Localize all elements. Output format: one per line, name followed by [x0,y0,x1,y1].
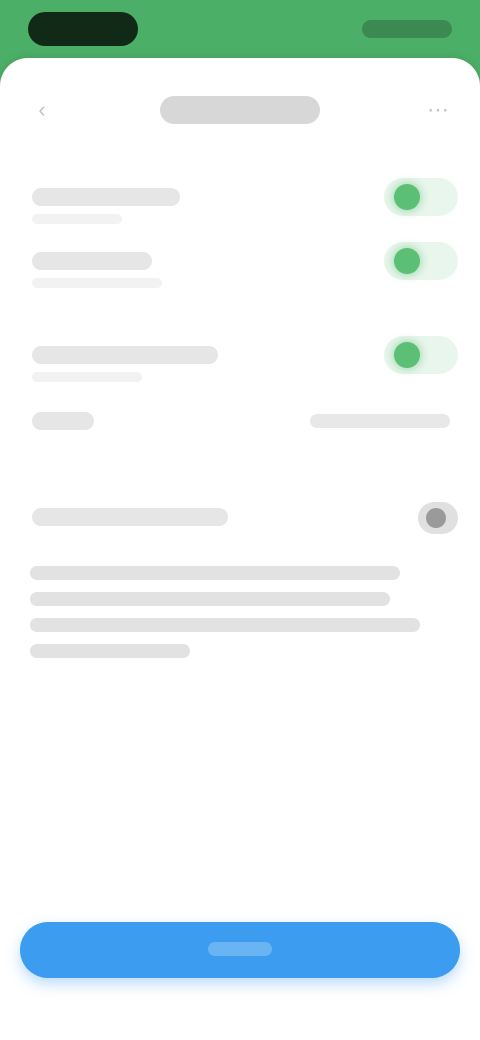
description-line [30,566,400,580]
toggle-switch[interactable] [384,336,458,374]
small-switch[interactable] [418,502,458,534]
status-time-pill [28,12,138,46]
settings-row-label [32,508,228,526]
toggle-knob [394,342,420,368]
settings-row-value [310,414,450,428]
toggle-knob [394,184,420,210]
settings-sheet: ‹ ⋯ [0,58,480,1040]
settings-row-label [32,188,180,206]
primary-action-button[interactable] [20,922,460,978]
settings-row-2[interactable] [0,230,480,292]
settings-row-subtext [32,278,162,288]
settings-row-label [32,412,94,430]
top-bar: ‹ ⋯ [0,86,480,136]
settings-row-5[interactable] [0,486,480,548]
settings-row-subtext [32,214,122,224]
page-title [160,96,320,124]
settings-row-subtext [32,372,142,382]
description-line [30,592,390,606]
more-icon[interactable]: ⋯ [420,92,456,128]
settings-row-4[interactable] [0,390,480,452]
description-line [30,618,420,632]
toggle-switch[interactable] [384,242,458,280]
status-bar [0,0,480,62]
chevron-left-icon[interactable]: ‹ [24,92,60,128]
primary-action-label [208,942,272,956]
settings-row-label [32,252,152,270]
switch-knob [426,508,446,528]
settings-row-1[interactable] [0,166,480,228]
settings-row-label [32,346,218,364]
toggle-knob [394,248,420,274]
description-line [30,644,190,658]
status-indicators [362,20,452,38]
settings-row-3[interactable] [0,324,480,386]
toggle-switch[interactable] [384,178,458,216]
